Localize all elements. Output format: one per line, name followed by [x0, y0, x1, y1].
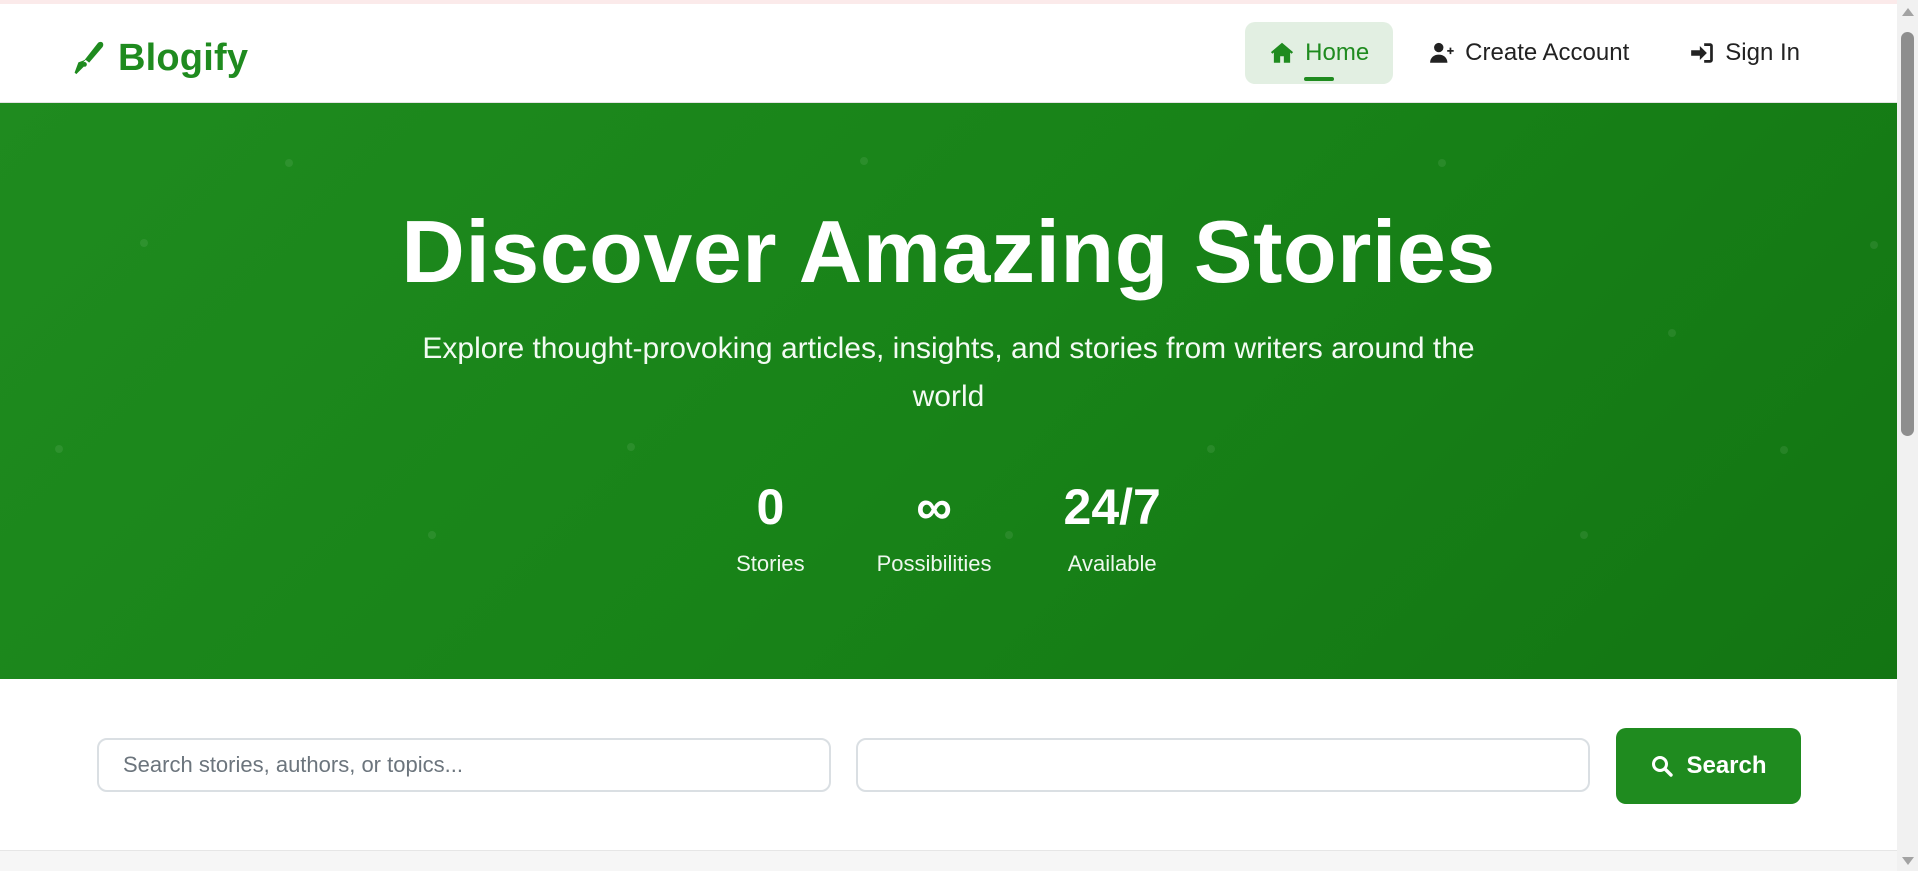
main-nav: Home Create Account Sign In: [1245, 22, 1824, 84]
page: Blogify Home Create Account Sign In Disc…: [0, 0, 1918, 871]
decorative-dot: [1780, 446, 1788, 454]
stat-possibilities: ∞ Possibilities: [877, 475, 992, 577]
scroll-down-arrow[interactable]: [1902, 857, 1914, 865]
decorative-dot: [1207, 445, 1215, 453]
brand-name: Blogify: [118, 36, 249, 79]
brand-logo[interactable]: Blogify: [70, 32, 248, 84]
stat-label: Available: [1067, 551, 1157, 576]
decorative-dot: [860, 157, 868, 165]
decorative-dot: [627, 443, 635, 451]
nav-label-home: Home: [1305, 39, 1370, 66]
stat-stories: 0 Stories: [736, 475, 804, 577]
nav-item-sign-in[interactable]: Sign In: [1665, 22, 1824, 84]
pen-nib-icon: [74, 41, 104, 75]
search-section: Search: [0, 679, 1897, 851]
hero-section: Discover Amazing Stories Explore thought…: [0, 103, 1897, 679]
decorative-dot: [285, 159, 293, 167]
active-indicator: [1304, 77, 1335, 81]
stat-value: ∞: [916, 479, 952, 535]
stats-row: 0 Stories ∞ Possibilities 24/7 Available: [0, 475, 1897, 577]
search-icon: [1652, 756, 1674, 777]
search-input[interactable]: [97, 738, 831, 792]
stat-label: Stories: [736, 551, 805, 576]
stat-label: Possibilities: [876, 551, 992, 576]
secondary-search-field[interactable]: [856, 738, 1590, 792]
stat-value: 24/7: [1063, 479, 1161, 535]
hero-subtitle: Explore thought-provoking articles, insi…: [422, 332, 1475, 413]
search-button-label: Search: [1686, 752, 1767, 779]
decorative-dot: [1438, 159, 1446, 167]
decorative-dot: [1668, 329, 1676, 337]
site-header: Blogify Home Create Account Sign In: [0, 4, 1897, 103]
search-button[interactable]: Search: [1616, 728, 1801, 804]
content-area-top: [0, 851, 1897, 871]
stat-value: 0: [756, 479, 785, 535]
home-icon: [1271, 42, 1294, 63]
nav-item-create-account[interactable]: Create Account: [1405, 22, 1653, 84]
vertical-scrollbar[interactable]: [1897, 0, 1918, 871]
scroll-thumb[interactable]: [1901, 32, 1914, 436]
nav-label-create-account: Create Account: [1465, 39, 1630, 66]
sign-in-icon: [1691, 43, 1714, 63]
scroll-up-arrow[interactable]: [1902, 8, 1914, 16]
nav-item-home[interactable]: Home: [1245, 22, 1394, 84]
decorative-dot: [55, 445, 63, 453]
user-plus-icon: [1430, 42, 1454, 63]
stat-available: 24/7 Available: [1064, 475, 1161, 577]
nav-label-sign-in: Sign In: [1725, 39, 1800, 66]
hero-title: Discover Amazing Stories: [401, 202, 1496, 301]
